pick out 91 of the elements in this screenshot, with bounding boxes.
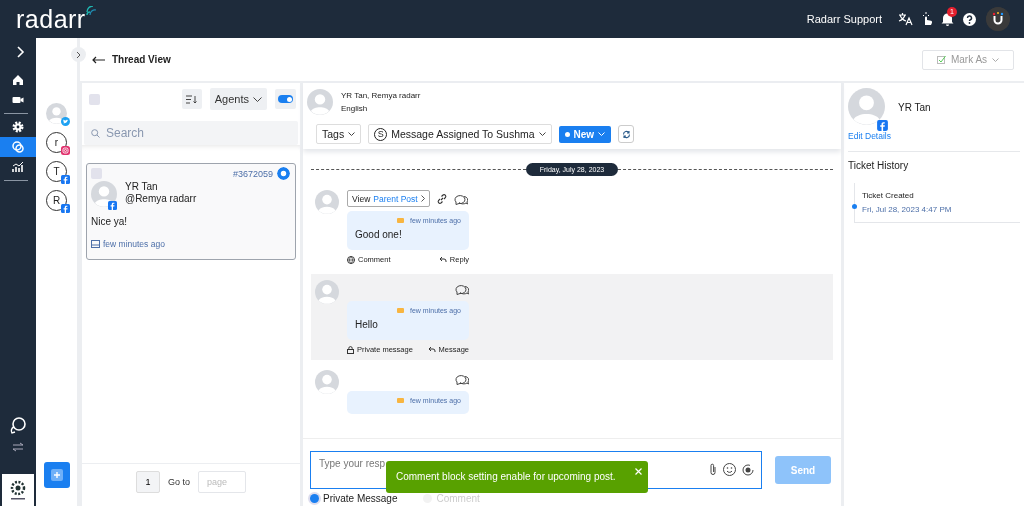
search-icon xyxy=(91,129,100,138)
plus-icon xyxy=(50,469,63,481)
page-button[interactable]: 1 xyxy=(136,471,160,493)
translate-icon[interactable] xyxy=(898,12,913,26)
chevron-right-icon xyxy=(76,50,81,59)
contact-name: YR Tan xyxy=(125,181,159,193)
add-button[interactable] xyxy=(43,462,70,488)
status-dropdown[interactable]: New xyxy=(558,125,612,143)
hand-pointer-icon[interactable] xyxy=(921,12,933,26)
chevron-down-icon xyxy=(348,132,356,136)
section-title: Ticket History xyxy=(848,160,910,171)
avatar-icon xyxy=(307,89,333,115)
back-arrow-icon[interactable] xyxy=(92,55,106,64)
toast-message: Comment block setting enable for upcoming post. xyxy=(396,471,616,482)
message-text: Good one! xyxy=(355,229,403,240)
reply-icon xyxy=(438,256,447,263)
chevron-down-icon xyxy=(992,57,1000,62)
envelope-icon xyxy=(397,218,404,223)
comments-icon[interactable] xyxy=(455,372,469,385)
inbox-icon xyxy=(91,240,100,248)
chevron-down-icon xyxy=(253,96,262,102)
help-icon[interactable] xyxy=(963,12,976,26)
chevron-down-icon xyxy=(598,132,606,136)
message-preview: Nice ya! xyxy=(91,216,129,227)
chat-icon xyxy=(11,140,25,154)
logo-text: radarr xyxy=(16,6,86,32)
avatar-icon xyxy=(315,370,339,394)
sort-icon xyxy=(186,94,198,104)
network-badge-icon xyxy=(877,120,888,131)
assignment-label: Message Assigned To Sushma xyxy=(391,128,535,140)
network-badge-icon xyxy=(61,117,70,126)
network-badge-icon xyxy=(61,204,70,213)
assignee-dropdown[interactable]: S Message Assigned To Sushma xyxy=(368,124,552,144)
chevron-right-icon xyxy=(420,195,425,202)
go-to-label: Go to xyxy=(168,477,190,487)
signal-icon xyxy=(85,6,98,16)
language-label: English xyxy=(341,103,369,115)
network-badge-icon xyxy=(61,146,70,155)
radio-option[interactable]: Private Message xyxy=(310,493,398,504)
ticket-card[interactable]: #3672059 YR Tan @Remya radarr Nice ya! few minutes ago xyxy=(86,163,296,260)
timestamp: few minutes ago xyxy=(103,239,165,249)
agents-dropdown[interactable]: Agents xyxy=(209,88,267,110)
network-badge-icon xyxy=(61,175,70,184)
envelope-icon xyxy=(397,308,404,313)
ticket-id: #3672059 xyxy=(232,168,273,179)
home-icon xyxy=(11,73,25,87)
gear-icon xyxy=(11,120,25,134)
contact-handle: @Remya radarr xyxy=(125,193,197,205)
avatar-icon xyxy=(315,190,339,214)
timeline-dot xyxy=(852,204,857,209)
avatar-icon xyxy=(315,280,339,304)
comments-icon[interactable] xyxy=(455,282,469,295)
sort-button[interactable] xyxy=(181,89,202,109)
edit-details-link[interactable]: Edit Details xyxy=(848,131,891,141)
network-badge-icon xyxy=(108,201,117,210)
chat-bubbles-icon[interactable] xyxy=(9,417,27,434)
view-parent-post-button[interactable]: View Parent Post xyxy=(347,190,430,207)
radio-button[interactable] xyxy=(310,494,319,503)
globe-icon xyxy=(347,255,355,264)
page-title: Thread View xyxy=(112,54,171,65)
tags-dropdown[interactable]: Tags xyxy=(316,124,362,144)
checkbox-icon xyxy=(936,55,946,64)
chevron-right-icon[interactable] xyxy=(17,46,25,58)
message-text: Hello xyxy=(355,319,379,330)
history-event: Ticket Created xyxy=(862,191,915,200)
refresh-button[interactable] xyxy=(618,125,635,143)
paperclip-icon[interactable] xyxy=(709,463,717,476)
bell-icon[interactable] xyxy=(941,12,954,26)
chart-icon xyxy=(11,160,25,174)
chevron-down-icon xyxy=(538,132,546,136)
lock-icon xyxy=(347,345,354,354)
history-time: Fri, Jul 28, 2023 4:47 PM xyxy=(862,205,953,214)
search-field[interactable]: Search xyxy=(84,121,298,145)
link-icon[interactable] xyxy=(435,192,448,205)
checkbox[interactable] xyxy=(89,93,100,105)
avatar-icon xyxy=(91,181,117,207)
account-avatar-icon xyxy=(46,103,67,124)
participants: YR Tan, Remya radarr xyxy=(341,90,421,102)
envelope-icon xyxy=(397,398,404,403)
close-icon[interactable] xyxy=(634,468,642,475)
refresh-icon xyxy=(621,129,631,139)
reply-icon xyxy=(427,346,436,353)
swap-icon[interactable] xyxy=(12,442,24,452)
user-name[interactable]: Radarr Support xyxy=(806,13,882,25)
toggle-switch[interactable] xyxy=(278,95,293,103)
avatar-icon xyxy=(848,88,885,125)
template-icon[interactable] xyxy=(742,463,754,476)
comments-icon[interactable] xyxy=(453,192,468,205)
emoji-icon[interactable] xyxy=(723,463,736,476)
contact-name: YR Tan xyxy=(898,102,931,115)
page-field[interactable]: page xyxy=(198,471,246,493)
